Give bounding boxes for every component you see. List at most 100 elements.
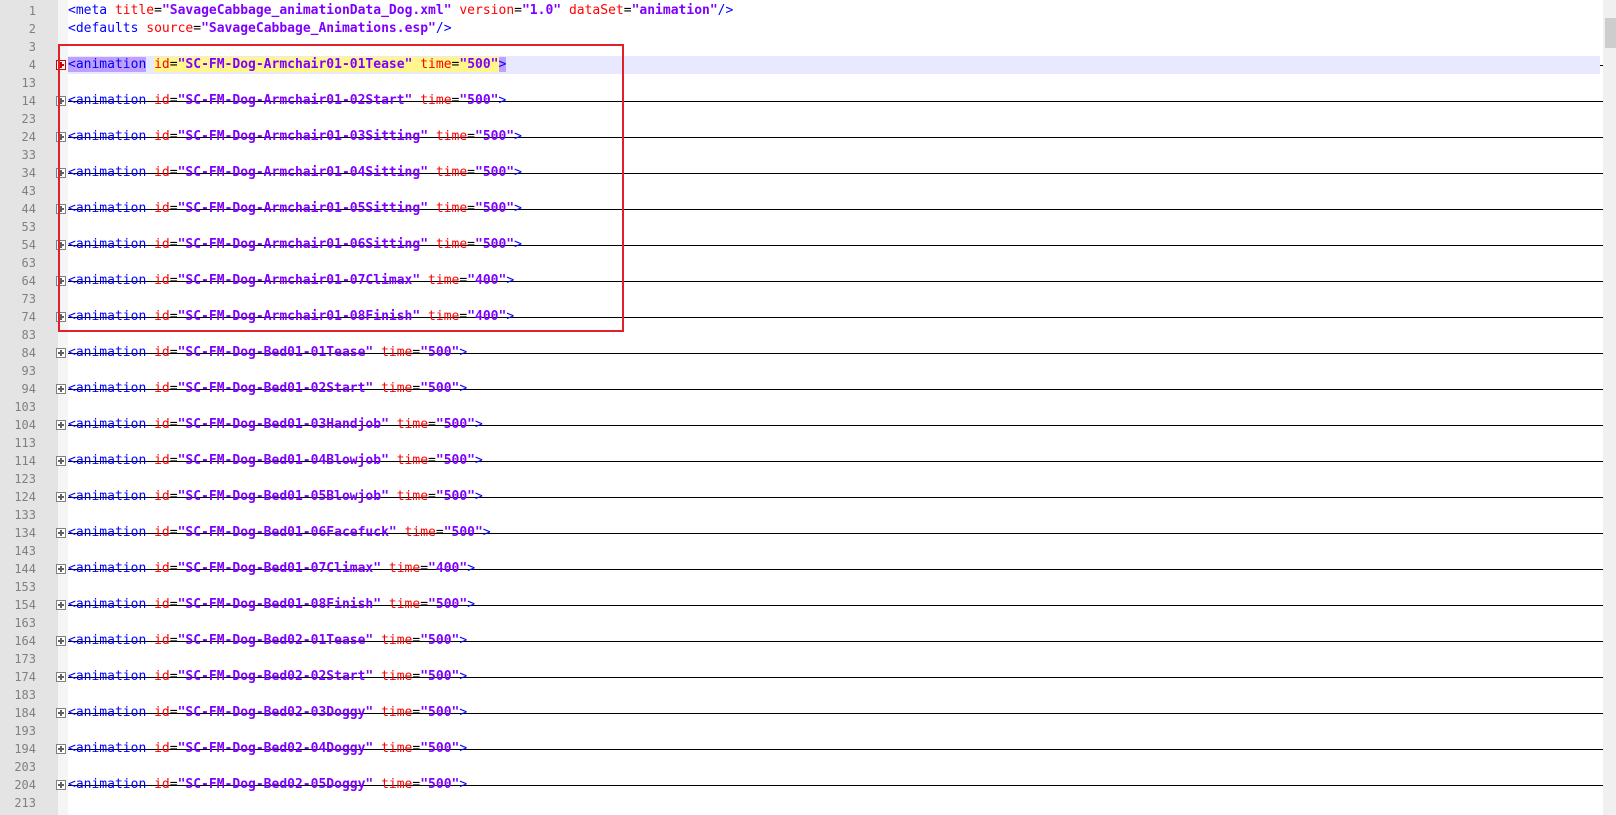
code-line[interactable]: 53: [0, 218, 1600, 236]
line-text[interactable]: [68, 470, 1600, 488]
code-line[interactable]: 143: [0, 542, 1600, 560]
code-line[interactable]: 204 <animation id="SC-FM-Dog-Bed02-05Dogg…: [0, 776, 1604, 794]
code-line[interactable]: 83: [0, 326, 1600, 344]
code-line[interactable]: 44 <animation id="SC-FM-Dog-Armchair01-05…: [0, 200, 1604, 218]
fold-plus-icon[interactable]: [56, 312, 66, 322]
fold-plus-icon[interactable]: [56, 348, 66, 358]
code-line[interactable]: 113: [0, 434, 1600, 452]
code-line[interactable]: 33: [0, 146, 1600, 164]
line-text[interactable]: <animation id="SC-FM-Dog-Bed01-07Climax"…: [68, 560, 1600, 578]
line-text[interactable]: <animation id="SC-FM-Dog-Bed01-06Facefuc…: [68, 524, 1600, 542]
fold-plus-icon[interactable]: [56, 276, 66, 286]
code-line[interactable]: 154 <animation id="SC-FM-Dog-Bed01-08Fini…: [0, 596, 1604, 614]
line-text[interactable]: [68, 434, 1600, 452]
line-text[interactable]: <animation id="SC-FM-Dog-Bed01-04Blowjob…: [68, 452, 1600, 470]
code-line[interactable]: 93: [0, 362, 1600, 380]
line-text[interactable]: <meta title="SavageCabbage_animationData…: [68, 2, 1600, 20]
line-text[interactable]: <animation id="SC-FM-Dog-Armchair01-08Fi…: [68, 308, 1600, 326]
line-text[interactable]: <animation id="SC-FM-Dog-Bed02-01Tease" …: [68, 632, 1600, 650]
fold-plus-icon[interactable]: [56, 420, 66, 430]
fold-plus-icon[interactable]: [56, 132, 66, 142]
line-text[interactable]: <animation id="SC-FM-Dog-Armchair01-02St…: [68, 92, 1600, 110]
line-text[interactable]: <animation id="SC-FM-Dog-Bed01-03Handjob…: [68, 416, 1600, 434]
line-text[interactable]: <animation id="SC-FM-Dog-Bed01-05Blowjob…: [68, 488, 1600, 506]
code-line[interactable]: 54 <animation id="SC-FM-Dog-Armchair01-06…: [0, 236, 1604, 254]
fold-plus-icon[interactable]: [56, 168, 66, 178]
line-text[interactable]: <animation id="SC-FM-Dog-Armchair01-04Si…: [68, 164, 1600, 182]
line-text[interactable]: [68, 110, 1600, 128]
code-line[interactable]: 103: [0, 398, 1600, 416]
line-text[interactable]: [68, 254, 1600, 272]
fold-plus-icon[interactable]: [56, 204, 66, 214]
code-line[interactable]: 74 <animation id="SC-FM-Dog-Armchair01-08…: [0, 308, 1604, 326]
code-line[interactable]: 3: [0, 38, 1600, 56]
code-line[interactable]: 2 <defaults source="SavageCabbage_Animati…: [0, 20, 1600, 38]
line-text[interactable]: [68, 326, 1600, 344]
line-text[interactable]: <animation id="SC-FM-Dog-Bed01-02Start" …: [68, 380, 1600, 398]
code-line[interactable]: 134 <animation id="SC-FM-Dog-Bed01-06Face…: [0, 524, 1604, 542]
line-text[interactable]: [68, 362, 1600, 380]
code-line[interactable]: 174 <animation id="SC-FM-Dog-Bed02-02Star…: [0, 668, 1604, 686]
code-line[interactable]: 63: [0, 254, 1600, 272]
line-text[interactable]: <animation id="SC-FM-Dog-Bed02-03Doggy" …: [68, 704, 1600, 722]
line-text[interactable]: <animation id="SC-FM-Dog-Bed01-01Tease" …: [68, 344, 1600, 362]
line-text[interactable]: <animation id="SC-FM-Dog-Armchair01-06Si…: [68, 236, 1600, 254]
fold-plus-icon[interactable]: [56, 456, 66, 466]
line-text[interactable]: [68, 506, 1600, 524]
code-line[interactable]: 24 <animation id="SC-FM-Dog-Armchair01-03…: [0, 128, 1604, 146]
fold-plus-icon[interactable]: [56, 240, 66, 250]
code-line[interactable]: 144 <animation id="SC-FM-Dog-Bed01-07Clim…: [0, 560, 1604, 578]
code-line[interactable]: 13: [0, 74, 1600, 92]
code-line[interactable]: 34 <animation id="SC-FM-Dog-Armchair01-04…: [0, 164, 1604, 182]
line-text[interactable]: [68, 218, 1600, 236]
code-line[interactable]: 64 <animation id="SC-FM-Dog-Armchair01-07…: [0, 272, 1604, 290]
line-text[interactable]: <animation id="SC-FM-Dog-Armchair01-07Cl…: [68, 272, 1600, 290]
code-line[interactable]: 4 <animation id="SC-FM-Dog-Armchair01-01T…: [0, 56, 1604, 74]
code-line[interactable]: 183: [0, 686, 1600, 704]
line-text[interactable]: [68, 650, 1600, 668]
line-text[interactable]: [68, 722, 1600, 740]
fold-plus-icon[interactable]: [56, 492, 66, 502]
code-line[interactable]: 43: [0, 182, 1600, 200]
vertical-scrollbar[interactable]: [1603, 0, 1616, 815]
fold-plus-icon[interactable]: [56, 708, 66, 718]
code-line[interactable]: 173: [0, 650, 1600, 668]
line-text[interactable]: <animation id="SC-FM-Dog-Bed02-05Doggy" …: [68, 776, 1600, 794]
fold-plus-icon[interactable]: [56, 564, 66, 574]
line-text[interactable]: <animation id="SC-FM-Dog-Bed02-02Start" …: [68, 668, 1600, 686]
line-text[interactable]: [68, 146, 1600, 164]
code-line[interactable]: 193: [0, 722, 1600, 740]
fold-plus-icon[interactable]: [56, 528, 66, 538]
fold-plus-icon[interactable]: [56, 60, 66, 70]
line-text[interactable]: [68, 542, 1600, 560]
scrollbar-thumb[interactable]: [1605, 18, 1616, 48]
line-text[interactable]: <animation id="SC-FM-Dog-Armchair01-05Si…: [68, 200, 1600, 218]
code-line[interactable]: 84 <animation id="SC-FM-Dog-Bed01-01Tease…: [0, 344, 1604, 362]
code-line[interactable]: 194 <animation id="SC-FM-Dog-Bed02-04Dogg…: [0, 740, 1604, 758]
code-line[interactable]: 184 <animation id="SC-FM-Dog-Bed02-03Dogg…: [0, 704, 1604, 722]
fold-plus-icon[interactable]: [56, 672, 66, 682]
code-line[interactable]: 23: [0, 110, 1600, 128]
fold-plus-icon[interactable]: [56, 780, 66, 790]
code-line[interactable]: 203: [0, 758, 1600, 776]
line-text[interactable]: [68, 758, 1600, 776]
code-line[interactable]: 94 <animation id="SC-FM-Dog-Bed01-02Start…: [0, 380, 1604, 398]
line-text[interactable]: [68, 182, 1600, 200]
line-text[interactable]: [68, 38, 1600, 56]
fold-plus-icon[interactable]: [56, 636, 66, 646]
code-line[interactable]: 1 <meta title="SavageCabbage_animationDat…: [0, 2, 1600, 20]
code-line[interactable]: 123: [0, 470, 1600, 488]
line-text[interactable]: <animation id="SC-FM-Dog-Armchair01-01Te…: [68, 56, 1600, 74]
code-line[interactable]: 164 <animation id="SC-FM-Dog-Bed02-01Teas…: [0, 632, 1604, 650]
code-line[interactable]: 213: [0, 794, 1600, 812]
code-line[interactable]: 73: [0, 290, 1600, 308]
code-line[interactable]: 153: [0, 578, 1600, 596]
line-text[interactable]: [68, 290, 1600, 308]
fold-plus-icon[interactable]: [56, 600, 66, 610]
line-text[interactable]: <animation id="SC-FM-Dog-Bed01-08Finish"…: [68, 596, 1600, 614]
line-text[interactable]: [68, 74, 1600, 92]
fold-plus-icon[interactable]: [56, 384, 66, 394]
code-line[interactable]: 14 <animation id="SC-FM-Dog-Armchair01-02…: [0, 92, 1604, 110]
code-line[interactable]: 114 <animation id="SC-FM-Dog-Bed01-04Blow…: [0, 452, 1604, 470]
line-text[interactable]: <animation id="SC-FM-Dog-Armchair01-03Si…: [68, 128, 1600, 146]
